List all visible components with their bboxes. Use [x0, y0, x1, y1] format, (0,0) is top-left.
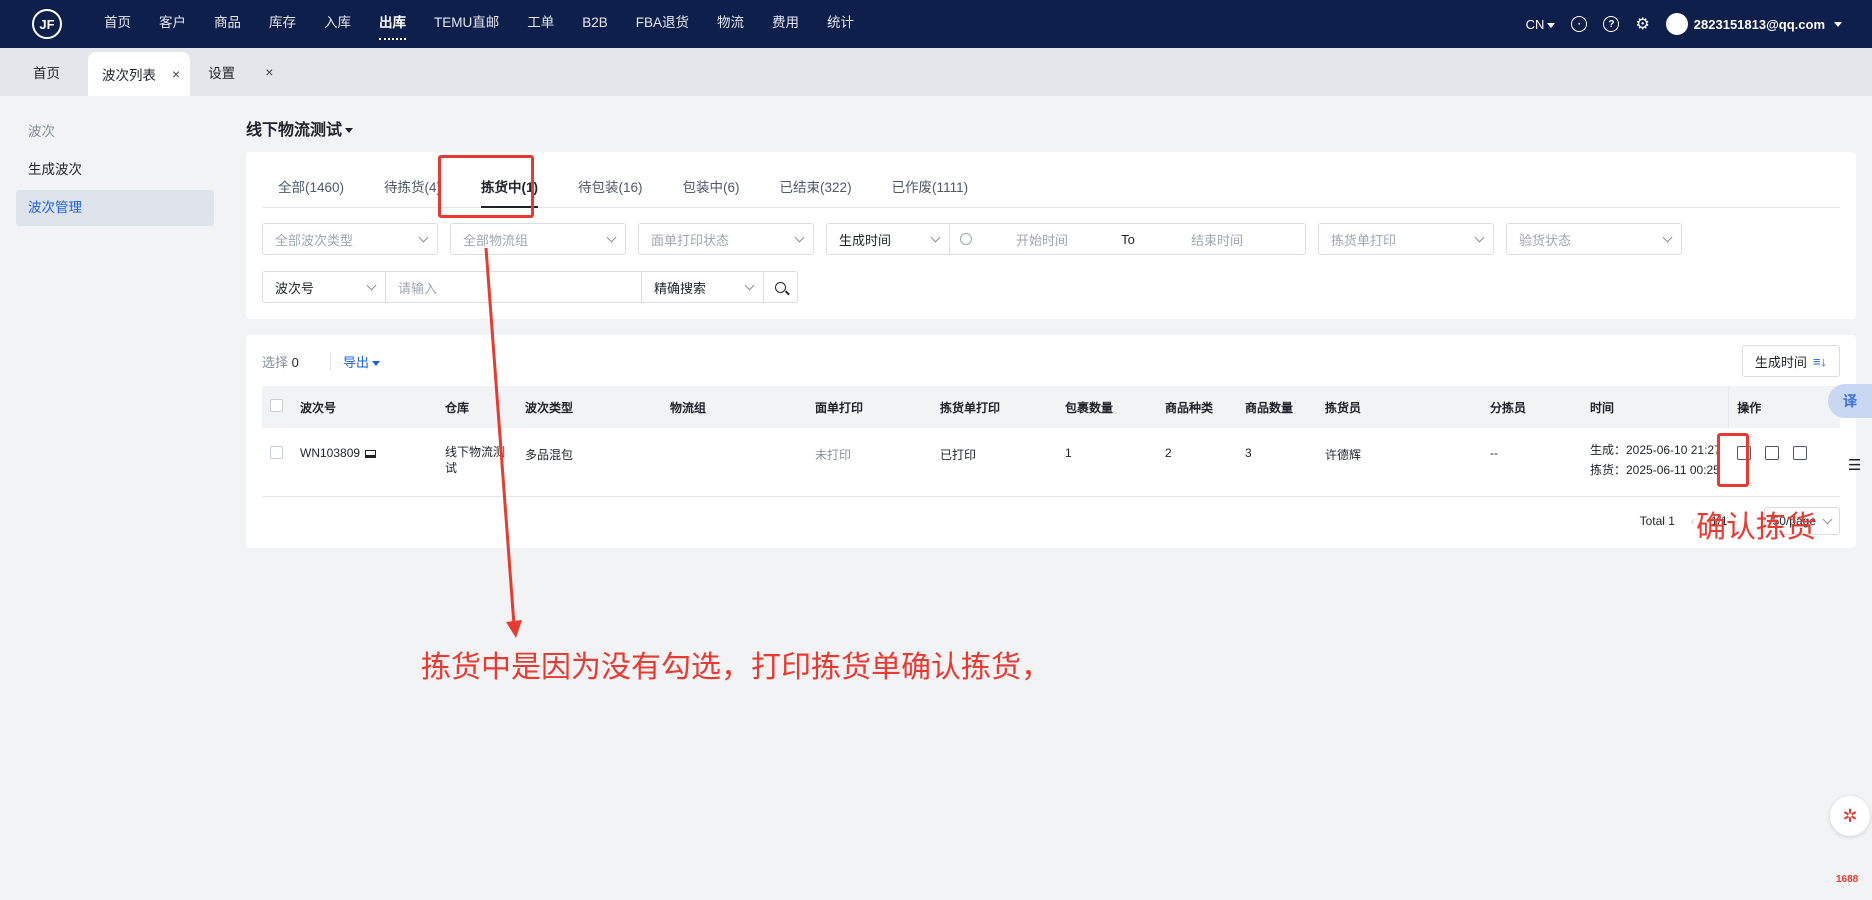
annotation-arrow: [484, 247, 522, 638]
network-icon[interactable]: ✲: [1830, 796, 1870, 836]
translate-button[interactable]: 译: [1828, 384, 1872, 418]
brand-1688-label: 1688: [1836, 874, 1859, 885]
brand-1688-logo[interactable]: 1688: [1836, 862, 1858, 888]
list-search-icon[interactable]: ☰: [1848, 456, 1861, 474]
annotation-main-note: 拣货中是因为没有勾选，打印拣货单确认拣货，: [421, 651, 1051, 684]
annotation-confirm-note: 确认拣货: [1696, 511, 1816, 544]
